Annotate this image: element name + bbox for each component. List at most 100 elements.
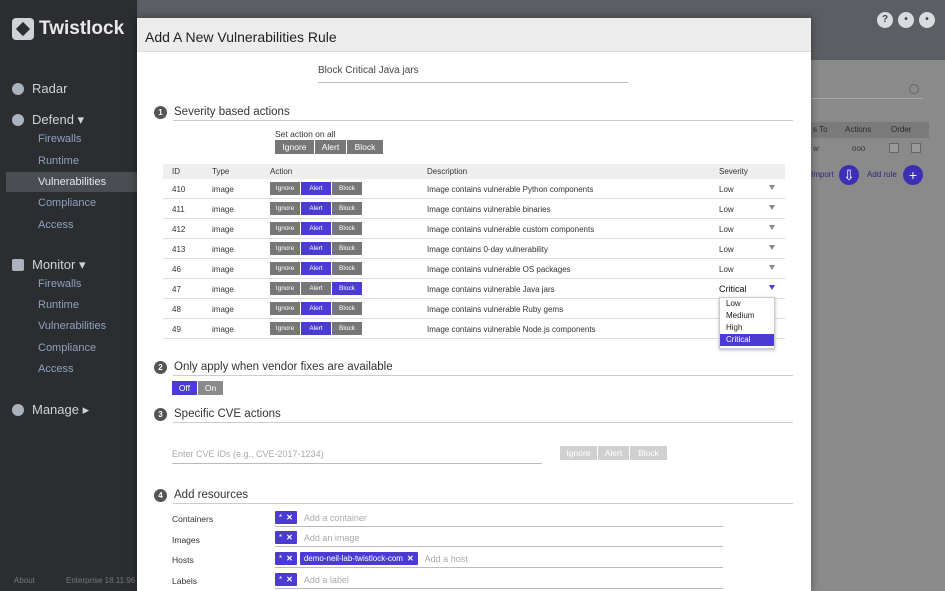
nav-monitor[interactable]: Monitor ▾ (12, 257, 86, 273)
row-ignore-button[interactable]: Ignore (270, 262, 301, 275)
row-block-button[interactable]: Block (332, 322, 363, 335)
images-input[interactable]: Add an image (304, 533, 360, 543)
chevron-down-icon[interactable] (769, 245, 775, 250)
help-icon[interactable]: ? (877, 12, 893, 28)
chevron-down-icon[interactable] (769, 185, 775, 190)
row-alert-button[interactable]: Alert (301, 282, 332, 295)
row-ignore-button[interactable]: Ignore (270, 302, 301, 315)
row-block-button[interactable]: Block (332, 222, 363, 235)
nav-radar[interactable]: Radar (12, 81, 67, 96)
row-block-button[interactable]: Block (332, 182, 363, 195)
chevron-down-icon[interactable] (769, 265, 775, 270)
hosts-chip-demo[interactable]: demo-neil-lab-twistlock-com ✕ (299, 552, 418, 565)
row-actions-icon[interactable]: ooo (852, 144, 865, 153)
row-alert-button[interactable]: Alert (301, 222, 332, 235)
row-alert-button[interactable]: Alert (301, 302, 332, 315)
labels-field[interactable]: * ✕ Add a label (275, 573, 349, 586)
severity-option-critical[interactable]: Critical (720, 334, 774, 346)
containers-field[interactable]: * ✕ Add a container (275, 511, 367, 524)
nav-manage-label: Manage ▸ (32, 402, 90, 417)
modal-title: Add A New Vulnerabilities Rule (137, 18, 811, 52)
row-checkbox[interactable] (889, 143, 899, 153)
chip-label: * (279, 513, 283, 522)
row-severity-select[interactable]: Critical (719, 284, 747, 294)
nav-manage[interactable]: Manage ▸ (12, 402, 89, 418)
remove-chip-icon[interactable]: ✕ (286, 554, 293, 563)
sidebar-item-defend-runtime[interactable]: Runtime (38, 155, 79, 167)
row-ignore-button[interactable]: Ignore (270, 222, 301, 235)
remove-chip-icon[interactable]: ✕ (286, 513, 293, 522)
row-severity-select[interactable]: Low (719, 225, 734, 234)
row-alert-button[interactable]: Alert (301, 182, 332, 195)
row-alert-button[interactable]: Alert (301, 202, 332, 215)
containers-input[interactable]: Add a container (304, 513, 367, 523)
severity-option-medium[interactable]: Medium (720, 310, 774, 322)
row-action-toggle: Ignore Alert Block (270, 222, 363, 235)
bell-icon[interactable]: • (898, 12, 914, 28)
set-all-block-button[interactable]: Block (347, 140, 384, 154)
row-checkbox-2[interactable] (911, 143, 921, 153)
user-icon[interactable]: • (919, 12, 935, 28)
vendor-fix-off-button[interactable]: Off (172, 381, 198, 395)
containers-chip[interactable]: * ✕ (275, 511, 297, 524)
chevron-down-icon[interactable] (769, 225, 775, 230)
row-id: 47 (172, 285, 181, 294)
row-ignore-button[interactable]: Ignore (270, 202, 301, 215)
sidebar-item-defend-vulnerabilities[interactable]: Vulnerabilities (6, 172, 137, 192)
sidebar-item-defend-access[interactable]: Access (38, 219, 73, 231)
set-all-ignore-button[interactable]: Ignore (275, 140, 315, 154)
cve-ignore-button[interactable]: Ignore (560, 446, 598, 460)
row-ignore-button[interactable]: Ignore (270, 282, 301, 295)
remove-chip-icon[interactable]: ✕ (286, 533, 293, 542)
cve-block-button[interactable]: Block (630, 446, 668, 460)
row-ignore-button[interactable]: Ignore (270, 182, 301, 195)
nav-defend[interactable]: Defend ▾ (12, 112, 84, 128)
hosts-input[interactable]: Add a host (425, 554, 468, 564)
sidebar-item-monitor-runtime[interactable]: Runtime (38, 299, 79, 311)
severity-option-low[interactable]: Low (720, 298, 774, 310)
sidebar-item-monitor-firewalls[interactable]: Firewalls (38, 278, 81, 290)
vendor-fix-on-button[interactable]: On (198, 381, 224, 395)
rules-search-input[interactable] (811, 98, 923, 99)
sidebar-item-monitor-vulnerabilities[interactable]: Vulnerabilities (38, 320, 106, 332)
add-rule-button[interactable]: + (903, 165, 923, 185)
cve-alert-button[interactable]: Alert (598, 446, 630, 460)
twistlock-logo[interactable]: Twistlock (12, 18, 124, 40)
severity-option-high[interactable]: High (720, 322, 774, 334)
rule-name-input[interactable]: Block Critical Java jars (318, 65, 628, 83)
row-description: Image contains vulnerable Node.js compon… (427, 325, 596, 334)
labels-input[interactable]: Add a label (304, 575, 349, 585)
cve-input[interactable]: Enter CVE IDs (e.g., CVE-2017-1234) (172, 449, 324, 459)
import-button[interactable]: ⇩ (839, 165, 859, 185)
hosts-field[interactable]: * ✕ demo-neil-lab-twistlock-com ✕ Add a ho… (275, 552, 468, 565)
sidebar-item-defend-firewalls[interactable]: Firewalls (38, 133, 81, 145)
remove-chip-icon[interactable]: ✕ (407, 554, 414, 563)
sidebar-item-defend-compliance[interactable]: Compliance (38, 197, 96, 209)
row-severity-select[interactable]: Low (719, 205, 734, 214)
row-block-button[interactable]: Block (332, 242, 363, 255)
images-chip[interactable]: * ✕ (275, 531, 297, 544)
row-block-button[interactable]: Block (332, 202, 363, 215)
sidebar-item-monitor-compliance[interactable]: Compliance (38, 342, 96, 354)
sidebar-item-monitor-access[interactable]: Access (38, 363, 73, 375)
labels-chip[interactable]: * ✕ (275, 573, 297, 586)
row-block-button[interactable]: Block (332, 302, 363, 315)
row-severity-select[interactable]: Low (719, 185, 734, 194)
images-field[interactable]: * ✕ Add an image (275, 531, 359, 544)
row-ignore-button[interactable]: Ignore (270, 322, 301, 335)
row-alert-button[interactable]: Alert (301, 322, 332, 335)
row-severity-select[interactable]: Low (719, 245, 734, 254)
row-alert-button[interactable]: Alert (301, 242, 332, 255)
hosts-chip-wildcard[interactable]: * ✕ (275, 552, 297, 565)
remove-chip-icon[interactable]: ✕ (286, 575, 293, 584)
row-severity-select[interactable]: Low (719, 265, 734, 274)
chevron-down-icon[interactable] (769, 285, 775, 290)
row-alert-button[interactable]: Alert (301, 262, 332, 275)
about-link[interactable]: About (14, 576, 35, 585)
row-block-button[interactable]: Block (332, 282, 363, 295)
search-icon[interactable] (909, 84, 919, 94)
chevron-down-icon[interactable] (769, 205, 775, 210)
set-all-alert-button[interactable]: Alert (315, 140, 347, 154)
row-ignore-button[interactable]: Ignore (270, 242, 301, 255)
row-block-button[interactable]: Block (332, 262, 363, 275)
